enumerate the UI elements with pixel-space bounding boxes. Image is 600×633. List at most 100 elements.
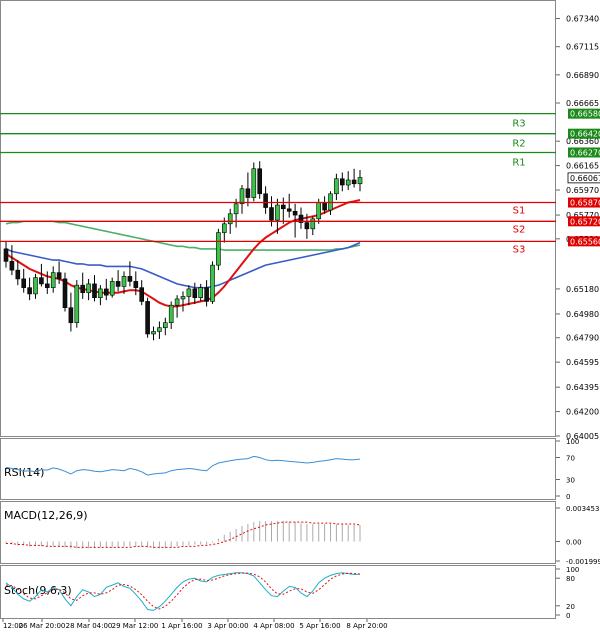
time-tick-label: 5 Apr 16:00 — [299, 622, 340, 630]
macd-tick-label: 0.00 — [566, 539, 582, 547]
stoch-tick-label: 0 — [566, 612, 570, 620]
current-price-label: 0.66067 — [570, 174, 600, 183]
candle-body — [145, 301, 150, 335]
level-price-tag: 0.66580 — [570, 110, 600, 119]
price-tick-label: 0.67340 — [566, 15, 599, 24]
level-name-s3: S3 — [513, 244, 526, 255]
macd-panel: MACD(12,26,9) 0.003453 0.00 -0.001999 — [0, 501, 600, 566]
candle-body — [198, 287, 203, 298]
candle-body — [163, 322, 168, 329]
candle-body — [233, 203, 239, 215]
price-tick-label: 0.66665 — [566, 99, 599, 108]
candle — [216, 228, 221, 271]
candle-body — [357, 177, 363, 185]
candle-body — [351, 179, 357, 185]
stoch-tick-label: 80 — [566, 575, 575, 583]
candle-body — [186, 288, 192, 297]
price-tick-label: 0.64200 — [566, 408, 599, 417]
price-tick-label: 0.64395 — [566, 383, 599, 392]
current-price-tag: 0.66067 — [567, 172, 600, 184]
candle-body — [98, 288, 103, 298]
candle-body — [204, 287, 209, 302]
candle-body — [39, 277, 44, 285]
level-price-tag: 0.66270 — [570, 148, 600, 157]
rsi-tick-label: 30 — [566, 477, 575, 485]
candle-body — [180, 296, 186, 300]
candle-body — [21, 278, 27, 288]
candle-body — [151, 331, 156, 335]
candle-body — [222, 223, 227, 233]
level-price-tag: 0.65870 — [570, 199, 600, 208]
candle — [74, 280, 80, 328]
candle-body — [310, 218, 316, 230]
rsi-panel: RSI(14) 10070300 — [0, 438, 579, 501]
candle-body — [115, 281, 121, 287]
level-price-tag: 0.65560 — [570, 237, 600, 246]
candle-body — [68, 307, 74, 324]
candle-body — [304, 222, 310, 230]
rsi-tick-label: 70 — [566, 455, 575, 463]
candle-body — [3, 248, 9, 262]
candle-body — [104, 288, 109, 296]
time-tick-label: 28 Mar 04:00 — [66, 622, 113, 630]
time-tick-label: 8 Apr 20:00 — [346, 622, 387, 630]
candle-body — [121, 276, 127, 287]
candle-body — [92, 283, 97, 298]
candle-body — [174, 298, 180, 306]
macd-tick-label: -0.001999 — [566, 558, 600, 566]
price-tick-label: 0.65970 — [566, 186, 599, 195]
price-tick-label: 0.67115 — [566, 43, 599, 52]
time-axis: 12:0026 Mar 20:00 28 Mar 04:00 29 Mar 12:0… — [2, 619, 388, 630]
candle-body — [86, 283, 91, 293]
candle-body — [292, 210, 298, 216]
price-axis: 0.673400.671150.668900.666650.663600.661… — [556, 15, 599, 441]
candle-body — [322, 202, 327, 211]
candle-body — [210, 264, 215, 302]
candle-body — [239, 188, 245, 205]
candle-body — [80, 284, 85, 293]
candle-body — [139, 287, 144, 302]
macd-tick-label: 0.003453 — [566, 505, 599, 513]
time-tick-label: 29 Mar 12:00 — [112, 622, 159, 630]
candle-body — [9, 261, 15, 271]
time-tick-label: 4 Apr 08:00 — [253, 622, 294, 630]
candle-body — [334, 178, 339, 195]
level-price-tag: 0.66420 — [570, 130, 600, 139]
level-name-r2: R2 — [512, 139, 525, 150]
level-name-r1: R1 — [512, 157, 525, 168]
candle-body — [62, 278, 68, 308]
candle-body — [133, 281, 139, 288]
candle-body — [74, 284, 80, 324]
stoch-panel: Stoch(9,6,3) 10080200 — [0, 565, 579, 620]
rsi-panel-frame — [0, 438, 556, 500]
level-name-s2: S2 — [513, 224, 526, 235]
time-tick-label: 26 Mar 20:00 — [19, 622, 66, 630]
price-tick-label: 0.64790 — [566, 334, 599, 343]
rsi-tick-label: 100 — [566, 438, 579, 446]
stoch-tick-label: 100 — [566, 566, 579, 574]
candle-body — [50, 272, 56, 288]
candle-body — [257, 168, 263, 195]
candle — [145, 297, 150, 338]
candle-body — [168, 304, 174, 324]
candle-body — [227, 213, 233, 225]
level-name-s1: S1 — [513, 206, 526, 217]
candle-body — [339, 178, 345, 186]
candle-body — [192, 288, 198, 298]
candle-body — [275, 204, 280, 221]
candle-body — [216, 232, 221, 266]
candle-body — [157, 327, 162, 332]
candle-body — [263, 193, 268, 208]
time-tick-label: 1 Apr 16:00 — [161, 622, 202, 630]
time-tick-label: 3 Apr 00:00 — [207, 622, 248, 630]
candle-body — [44, 283, 50, 288]
candle — [210, 261, 215, 304]
price-panel: 0.673400.671150.668900.666650.663600.661… — [0, 0, 600, 441]
candle-body — [109, 281, 115, 296]
stoch-tick-label: 20 — [566, 603, 575, 611]
price-tick-label: 0.65180 — [566, 285, 599, 294]
rsi-tick-label: 0 — [566, 493, 570, 501]
candle-body — [127, 276, 133, 282]
price-tick-label: 0.66165 — [566, 162, 599, 171]
macd-label: MACD(12,26,9) — [4, 509, 88, 522]
